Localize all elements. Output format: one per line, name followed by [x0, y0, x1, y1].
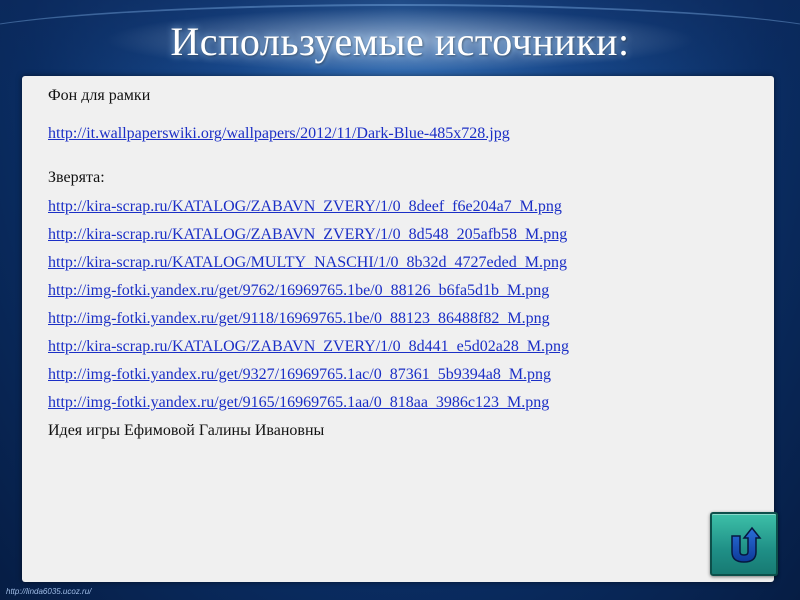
animal-link-4[interactable]: http://img-fotki.yandex.ru/get/9762/1696…	[48, 283, 748, 299]
animal-link-7[interactable]: http://img-fotki.yandex.ru/get/9327/1696…	[48, 367, 748, 383]
slide-title: Используемые источники:	[170, 19, 630, 64]
sources-list: Фон для рамки http://it.wallpaperswiki.o…	[48, 88, 748, 439]
animal-link-6[interactable]: http://kira-scrap.ru/KATALOG/ZABAVN_ZVER…	[48, 339, 748, 355]
animal-link-5[interactable]: http://img-fotki.yandex.ru/get/9118/1696…	[48, 311, 748, 327]
footer-url: http://linda6035.ucoz.ru/	[6, 587, 92, 596]
animal-link-2[interactable]: http://kira-scrap.ru/KATALOG/ZABAVN_ZVER…	[48, 227, 748, 243]
animal-link-1[interactable]: http://kira-scrap.ru/KATALOG/ZABAVN_ZVER…	[48, 199, 748, 215]
animal-link-8[interactable]: http://img-fotki.yandex.ru/get/9165/1696…	[48, 395, 748, 411]
frame-link[interactable]: http://it.wallpaperswiki.org/wallpapers/…	[48, 126, 748, 142]
animals-label: Зверята:	[48, 169, 105, 186]
animal-link-3[interactable]: http://kira-scrap.ru/KATALOG/MULTY_NASCH…	[48, 255, 748, 271]
return-button[interactable]	[710, 512, 778, 576]
content-panel: Фон для рамки http://it.wallpaperswiki.o…	[22, 76, 774, 582]
u-turn-return-icon	[731, 526, 762, 563]
frame-heading: Фон для рамки	[48, 87, 151, 104]
game-credit: Идея игры Ефимовой Галины Ивановны	[48, 422, 325, 439]
slide: Используемые источники: Фон для рамки ht…	[0, 0, 800, 600]
